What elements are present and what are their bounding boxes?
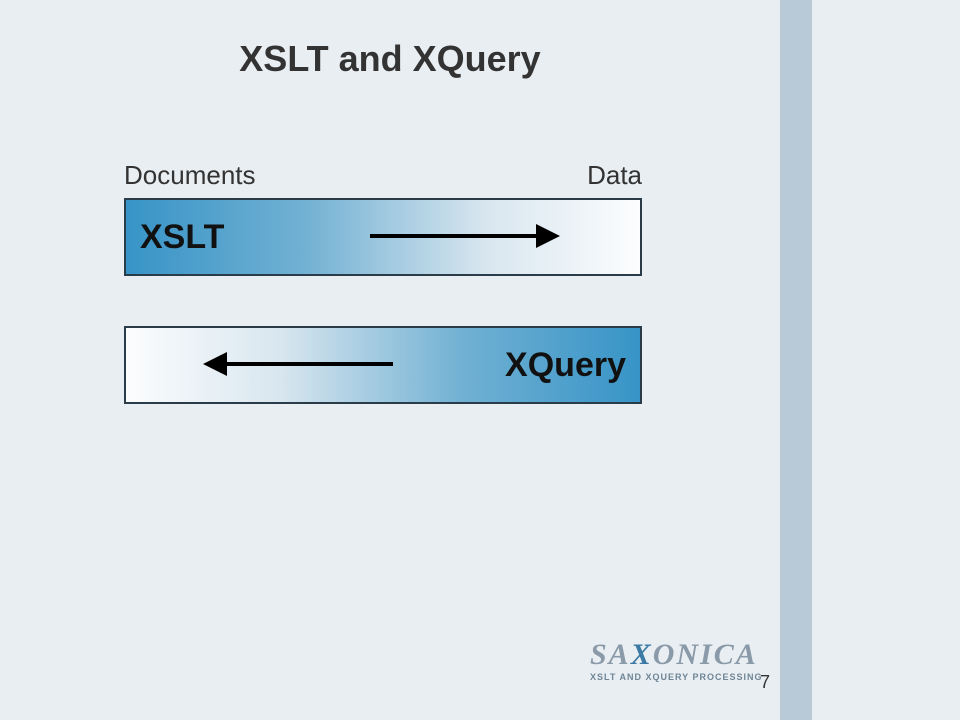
box-xslt-label: XSLT <box>140 218 224 257</box>
page-number: 7 <box>760 672 770 693</box>
logo-part2: ONICA <box>653 638 758 671</box>
slide-title: XSLT and XQuery <box>0 38 780 80</box>
label-documents: Documents <box>124 160 256 191</box>
logo-subtitle: XSLT AND XQUERY PROCESSING <box>590 672 763 682</box>
label-data: Data <box>587 160 642 191</box>
logo-part1: SA <box>590 638 631 671</box>
logo-x: X <box>631 638 653 671</box>
diagram-labels: Documents Data <box>124 160 642 191</box>
slide-sidebar-inner <box>812 0 960 720</box>
logo: SAXONICA <box>590 638 758 672</box>
arrow-left-icon <box>203 352 227 376</box>
box-xquery-label: XQuery <box>505 346 626 385</box>
arrow-right-line <box>370 234 538 238</box>
arrow-left-line <box>225 362 393 366</box>
arrow-right-icon <box>536 224 560 248</box>
